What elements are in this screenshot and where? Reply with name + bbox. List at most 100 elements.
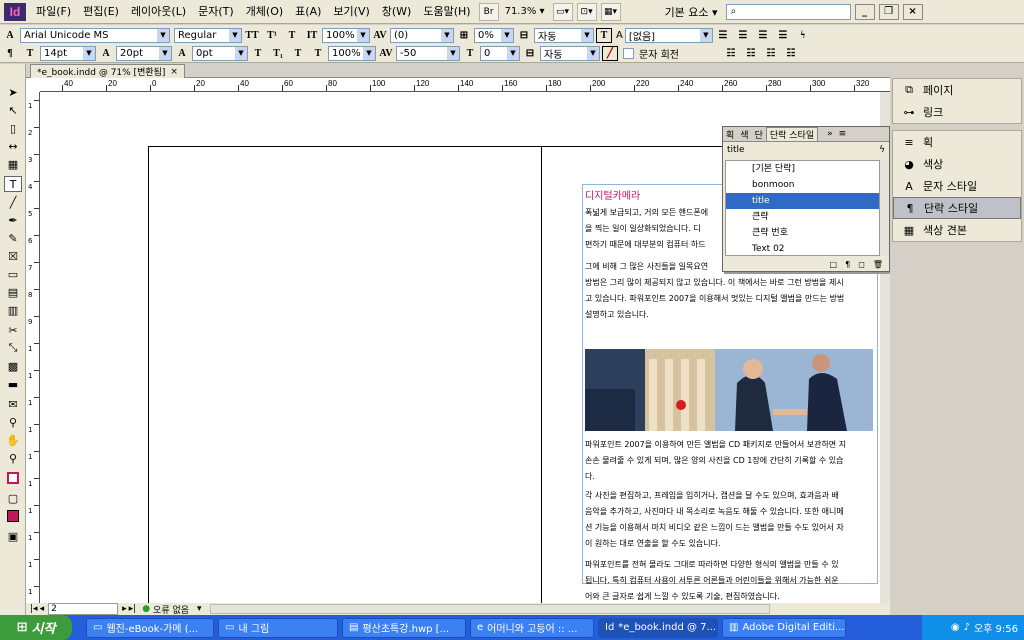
align-left-icon[interactable]: ☰ <box>715 28 731 43</box>
paragraph-mode-icon[interactable]: ¶ <box>2 46 18 61</box>
frame-grid-icon[interactable]: ▥ <box>4 302 22 318</box>
list-item[interactable]: title <box>726 193 879 209</box>
task-button[interactable]: ▭ 웹진-eBook-가메 (... <box>86 617 214 638</box>
menu-type[interactable]: 문자(T) <box>192 1 240 23</box>
align-center-icon[interactable]: ☰ <box>735 28 751 43</box>
format-container-icon[interactable]: ▢ <box>4 490 22 506</box>
menu-table[interactable]: 표(A) <box>289 1 327 23</box>
vertical-scale-input[interactable]: 100% ▼ <box>322 27 370 43</box>
underline-icon[interactable]: T <box>284 28 300 43</box>
bullet-list-icon[interactable]: ☷ <box>723 46 739 61</box>
tab-color[interactable]: 색 <box>737 128 751 141</box>
dock-item-swatches[interactable]: ▦ 색상 견본 <box>893 219 1021 241</box>
lang-select-1[interactable]: 자동 ▼ <box>534 27 594 43</box>
preflight-menu-icon[interactable]: ▾ <box>197 604 202 614</box>
superscript-icon[interactable]: T¹ <box>264 28 280 43</box>
type-tool-icon[interactable]: T <box>4 176 22 192</box>
content-collector-icon[interactable]: ▦ <box>4 156 22 172</box>
zoom-level[interactable]: 71.3% ▾ <box>505 6 545 17</box>
strikethrough-icon[interactable]: T <box>290 46 306 61</box>
apply-color-icon[interactable] <box>4 508 22 524</box>
task-button[interactable]: ▤ 평산초특강.hwp [... <box>342 617 466 638</box>
business-handshake-image[interactable] <box>585 349 873 431</box>
kerning-input[interactable]: (0) ▼ <box>390 27 454 43</box>
font-family-select[interactable]: Arial Unicode MS ▼ <box>20 27 170 43</box>
dock-item-links[interactable]: ⊶ 링크 <box>893 101 1021 123</box>
align-right-icon[interactable]: ☰ <box>755 28 771 43</box>
tsume-input[interactable]: 0% ▼ <box>474 27 514 43</box>
dock-item-color[interactable]: ◕ 색상 <box>893 153 1021 175</box>
fill-stroke-icon[interactable] <box>4 470 22 486</box>
last-page-icon[interactable]: ▸| <box>129 604 137 614</box>
clock[interactable]: 오후 9:56 <box>974 620 1018 635</box>
horizontal-scrollbar[interactable] <box>209 604 770 614</box>
indent-icon[interactable]: ☷ <box>763 46 779 61</box>
gradient-tool-icon[interactable]: ▩ <box>4 358 22 374</box>
skew-input[interactable]: 0 ▼ <box>480 45 520 61</box>
task-button[interactable]: e 어머니와 고등어 :: ... <box>470 617 594 638</box>
next-page-icon[interactable]: ▸ <box>122 604 127 614</box>
list-item[interactable]: 큰략 <box>726 209 879 225</box>
screen-mode-button[interactable]: ⊡▾ <box>576 2 597 21</box>
lang-select-2[interactable]: 자동 ▼ <box>540 45 600 61</box>
network-icon[interactable]: ◉ <box>951 622 960 633</box>
panel-more-icon[interactable]: » <box>824 129 836 139</box>
tab-paragraph-styles[interactable]: 단락 스타일 <box>765 127 819 141</box>
page-heading[interactable]: 디지털카메라 <box>585 187 640 202</box>
small-caps-icon[interactable]: T <box>250 46 266 61</box>
rotate-checkbox[interactable] <box>623 47 634 59</box>
scissors-tool-icon[interactable]: ✂ <box>4 322 22 338</box>
volume-icon[interactable]: ♪ <box>964 622 970 633</box>
minimize-button[interactable]: _ <box>854 3 875 20</box>
pencil-tool-icon[interactable]: ✎ <box>4 230 22 246</box>
stroke-none-icon[interactable]: ╱ <box>602 45 618 61</box>
paragraph-4[interactable]: 각 사진을 편집하고, 프레임을 입히거나, 캡션을 달 수도 있으며, 효과음… <box>585 488 875 552</box>
close-tab-icon[interactable]: × <box>170 67 178 77</box>
lightning-icon[interactable]: ϟ <box>795 28 811 43</box>
outdent-icon[interactable]: ☷ <box>783 46 799 61</box>
leading-input[interactable]: 20pt ▼ <box>116 45 172 61</box>
first-page-icon[interactable]: |◂ <box>30 604 38 614</box>
menu-window[interactable]: 창(W) <box>376 1 418 23</box>
start-button[interactable]: ⊞ 시작 <box>0 615 72 640</box>
horizontal-ruler[interactable]: 40 20 0 20 40 60 80 100 120 140 160 180 200 220 240 260… <box>40 78 890 92</box>
new-style-icon[interactable]: ◻ <box>858 260 865 269</box>
bridge-button[interactable]: Br <box>478 2 499 21</box>
horizontal-scale-input[interactable]: 100% ▼ <box>328 45 376 61</box>
menu-help[interactable]: 도움말(H) <box>417 1 476 23</box>
preflight-status[interactable]: 오류 없음 <box>153 603 189 616</box>
document-tab[interactable]: *e_book.indd @ 71% [변환됨] × <box>30 64 185 78</box>
list-item[interactable]: Text 02 <box>726 241 879 257</box>
workspace-switcher[interactable]: 기본 요소 ▾ <box>665 4 718 20</box>
view-options-button[interactable]: ▭▾ <box>552 2 573 21</box>
lightning-icon[interactable]: ϟ <box>879 145 885 155</box>
note-tool-icon[interactable]: ✉ <box>4 396 22 412</box>
dock-item-char-styles[interactable]: A 문자 스타일 <box>893 175 1021 197</box>
pen-tool-icon[interactable]: ✒ <box>4 212 22 228</box>
trash-icon[interactable]: 🗑 <box>873 260 883 269</box>
rect-frame-tool-icon[interactable]: ☒ <box>4 248 22 264</box>
gradient-feather-icon[interactable]: ▬ <box>4 376 22 392</box>
list-item[interactable]: 큰략 번호 <box>726 225 879 241</box>
tab-stroke[interactable]: 획 <box>723 128 737 141</box>
direct-selection-tool-icon[interactable]: ↖ <box>4 102 22 118</box>
char-style-select[interactable]: [없음] ▼ <box>624 27 713 43</box>
baseline-shift-input[interactable]: 0pt ▼ <box>192 45 248 61</box>
numbered-list-icon[interactable]: ☷ <box>743 46 759 61</box>
menu-object[interactable]: 개체(O) <box>240 1 289 23</box>
page-tool-icon[interactable]: ▯ <box>4 120 22 136</box>
task-button[interactable]: ▥ Adobe Digital Editi... <box>722 617 846 638</box>
subscript-icon[interactable]: T₁ <box>270 46 286 61</box>
search-input[interactable]: ⌕ <box>725 3 851 20</box>
paragraph-3[interactable]: 파워포인트 2007을 이용하여 만든 앨범을 CD 패키지로 만들어서 보관하… <box>585 437 875 485</box>
table-grid-icon[interactable]: ▤ <box>4 284 22 300</box>
screen-mode-icon[interactable]: ▣ <box>4 528 22 544</box>
zoom-tool-icon[interactable]: ⚲ <box>4 450 22 466</box>
style-list-scrollbar[interactable] <box>880 160 889 256</box>
menu-edit[interactable]: 편집(E) <box>77 1 125 23</box>
paragraph-5[interactable]: 파워포인트를 전혀 몰라도 그대로 따라하면 다양한 형식의 앨범을 만들 수 … <box>585 557 875 603</box>
all-caps-icon[interactable]: TT <box>244 28 260 43</box>
panel-menu-icon[interactable]: ≡ <box>836 129 850 139</box>
task-button[interactable]: ▭ 내 그림 <box>218 617 338 638</box>
list-item[interactable]: bonmoon <box>726 177 879 193</box>
